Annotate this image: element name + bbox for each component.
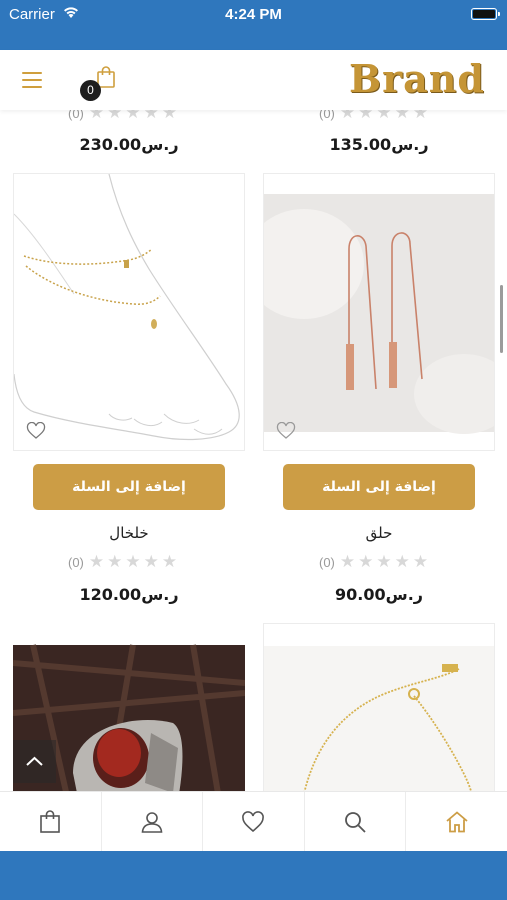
product-price: ر.س120.00 xyxy=(79,585,179,604)
product-price: ر.س135.00 xyxy=(329,135,429,154)
menu-icon[interactable] xyxy=(22,72,42,88)
status-bar: Carrier 4:24 PM xyxy=(0,0,507,50)
rating-count: (0) xyxy=(319,110,335,121)
star-icon: ★ xyxy=(358,551,374,572)
back-to-top-button[interactable] xyxy=(13,740,56,783)
rating-stars: (0) ★ ★ ★ ★ ★ xyxy=(68,110,177,122)
rating-stars: (0) ★ ★ ★ ★ ★ xyxy=(68,553,177,571)
tab-cart[interactable] xyxy=(0,792,102,851)
star-icon: ★ xyxy=(376,110,392,123)
star-icon: ★ xyxy=(143,551,159,572)
star-icon: ★ xyxy=(376,551,392,572)
status-time: 4:24 PM xyxy=(225,6,282,23)
earrings-photo xyxy=(264,194,494,434)
heart-icon[interactable] xyxy=(276,422,296,440)
heart-icon[interactable] xyxy=(26,422,46,440)
rating-count: (0) xyxy=(68,554,84,570)
rating-stars: (0) ★ ★ ★ ★ ★ xyxy=(319,553,428,571)
star-icon: ★ xyxy=(358,110,374,123)
star-icon: ★ xyxy=(125,110,141,123)
star-icon: ★ xyxy=(143,110,159,123)
bottom-tab-bar xyxy=(0,791,507,851)
star-icon: ★ xyxy=(339,551,356,572)
chevron-up-icon xyxy=(26,756,43,766)
product-grid[interactable]: (0) ★ ★ ★ ★ ★ ر.س230.00 (0) ★ ★ ★ ★ ★ ر.س135.00 xyxy=(0,110,507,791)
bracelet-photo xyxy=(264,646,494,791)
home-icon xyxy=(446,810,468,832)
star-icon: ★ xyxy=(412,551,429,572)
rating-count: (0) xyxy=(319,554,335,570)
product-price: ر.س230.00 xyxy=(79,135,179,154)
rating-stars: (0) ★ ★ ★ ★ ★ xyxy=(319,110,428,122)
star-icon: ★ xyxy=(107,551,123,572)
add-to-cart-button[interactable]: إضافة إلى السلة xyxy=(33,464,225,510)
app-header: 0 Brand xyxy=(0,50,507,110)
star-icon: ★ xyxy=(161,551,178,572)
product-name[interactable]: حلق xyxy=(263,524,495,542)
cart-button[interactable]: 0 xyxy=(80,66,120,102)
add-to-cart-button[interactable]: إضافة إلى السلة xyxy=(283,464,475,510)
product-image-bracelet[interactable] xyxy=(263,623,495,791)
battery-icon xyxy=(471,8,500,20)
star-icon: ★ xyxy=(161,110,178,123)
scroll-indicator[interactable] xyxy=(500,285,503,353)
rating-count: (0) xyxy=(68,110,84,121)
star-icon: ★ xyxy=(412,110,429,123)
star-icon: ★ xyxy=(88,110,105,123)
user-icon xyxy=(141,811,163,833)
star-icon: ★ xyxy=(125,551,141,572)
star-icon: ★ xyxy=(394,110,410,123)
product-price: ر.س90.00 xyxy=(335,585,423,604)
tab-home[interactable] xyxy=(406,792,507,851)
anklet-illustration xyxy=(14,174,240,441)
star-icon: ★ xyxy=(339,110,356,123)
brand-logo[interactable]: Brand xyxy=(349,56,485,101)
bag-icon xyxy=(40,809,61,833)
product-image-anklet[interactable] xyxy=(13,173,245,451)
tab-account[interactable] xyxy=(102,792,204,851)
cart-count-badge: 0 xyxy=(80,80,101,101)
heart-icon xyxy=(242,810,265,832)
product-name[interactable]: خلخال xyxy=(13,524,245,542)
star-icon: ★ xyxy=(394,551,410,572)
star-icon: ★ xyxy=(107,110,123,123)
tab-wishlist[interactable] xyxy=(203,792,305,851)
star-icon: ★ xyxy=(88,551,105,572)
product-image-earrings[interactable] xyxy=(263,173,495,451)
bottom-system-bar xyxy=(0,851,507,900)
app-screen: Carrier 4:24 PM 0 Brand (0) ★ ★ ★ ★ ★ ر.س23 xyxy=(0,0,507,900)
search-icon xyxy=(345,811,366,833)
tab-search[interactable] xyxy=(305,792,407,851)
